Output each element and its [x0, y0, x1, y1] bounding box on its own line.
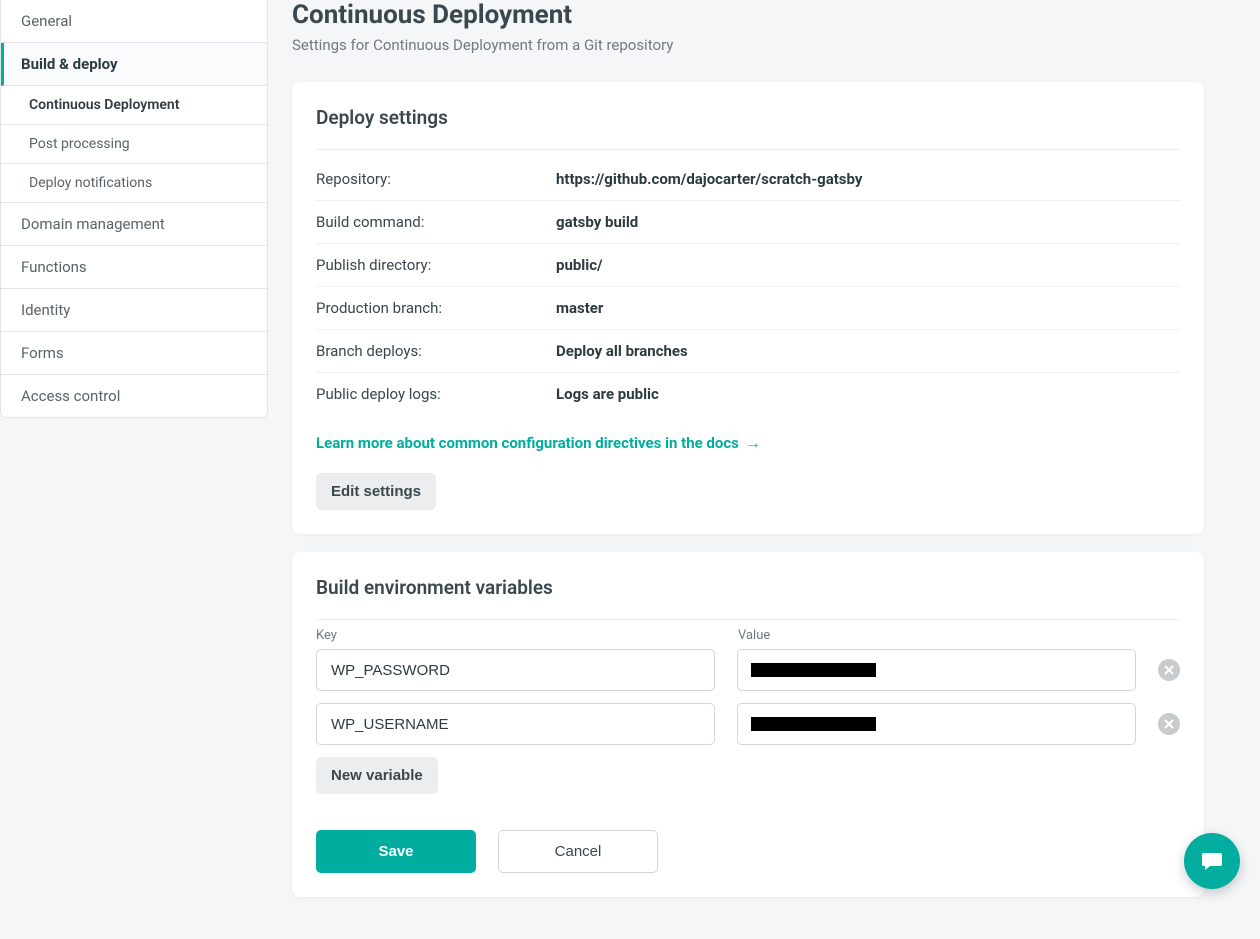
- sidebar-subitem-post-processing[interactable]: Post processing: [1, 125, 267, 164]
- setting-row-production-branch: Production branch: master: [316, 286, 1180, 329]
- edit-settings-button[interactable]: Edit settings: [316, 473, 436, 510]
- sidebar-subitem-deploy-notifications[interactable]: Deploy notifications: [1, 164, 267, 203]
- setting-value: Deploy all branches: [556, 342, 688, 360]
- sidebar-subitem-continuous-deployment[interactable]: Continuous Deployment: [1, 86, 267, 125]
- setting-value: master: [556, 299, 603, 317]
- setting-value: https://github.com/dajocarter/scratch-ga…: [556, 170, 862, 188]
- env-key-header: Key: [316, 628, 716, 643]
- save-button[interactable]: Save: [316, 830, 476, 873]
- learn-more-text: Learn more about common configuration di…: [316, 434, 739, 452]
- deploy-settings-card: Deploy settings Repository: https://gith…: [292, 82, 1204, 534]
- page-subtitle: Settings for Continuous Deployment from …: [292, 36, 1204, 54]
- setting-label: Repository:: [316, 170, 556, 188]
- setting-label: Publish directory:: [316, 256, 556, 274]
- env-var-row: [316, 703, 1180, 745]
- env-value-header: Value: [738, 628, 1138, 643]
- main-content: Continuous Deployment Settings for Conti…: [268, 0, 1228, 939]
- sidebar-item-general[interactable]: General: [1, 0, 267, 43]
- setting-row-deploy-logs: Public deploy logs: Logs are public: [316, 372, 1180, 415]
- setting-row-branch-deploys: Branch deploys: Deploy all branches: [316, 329, 1180, 372]
- sidebar-item-access-control[interactable]: Access control: [1, 375, 267, 417]
- sidebar-item-build-deploy[interactable]: Build & deploy: [1, 43, 267, 86]
- env-vars-card: Build environment variables Key Value: [292, 552, 1204, 897]
- setting-label: Public deploy logs:: [316, 385, 556, 403]
- env-vars-title: Build environment variables: [316, 576, 1180, 620]
- env-var-row: [316, 649, 1180, 691]
- close-icon: [1164, 719, 1174, 729]
- env-key-input[interactable]: [316, 703, 715, 745]
- setting-label: Branch deploys:: [316, 342, 556, 360]
- remove-var-button[interactable]: [1158, 713, 1180, 735]
- close-icon: [1164, 665, 1174, 675]
- page-title: Continuous Deployment: [292, 0, 1204, 30]
- env-key-input[interactable]: [316, 649, 715, 691]
- sidebar-item-forms[interactable]: Forms: [1, 332, 267, 375]
- deploy-settings-title: Deploy settings: [316, 106, 1180, 150]
- setting-row-build-command: Build command: gatsby build: [316, 200, 1180, 243]
- setting-label: Build command:: [316, 213, 556, 231]
- cancel-button[interactable]: Cancel: [498, 830, 658, 873]
- setting-value: Logs are public: [556, 385, 659, 403]
- sidebar-item-identity[interactable]: Identity: [1, 289, 267, 332]
- settings-sidebar: General Build & deploy Continuous Deploy…: [0, 0, 268, 939]
- setting-label: Production branch:: [316, 299, 556, 317]
- redacted-value: [751, 663, 876, 677]
- setting-row-repository: Repository: https://github.com/dajocarte…: [316, 158, 1180, 200]
- chat-icon: [1198, 847, 1226, 875]
- sidebar-item-functions[interactable]: Functions: [1, 246, 267, 289]
- setting-value: public/: [556, 256, 603, 274]
- remove-var-button[interactable]: [1158, 659, 1180, 681]
- sidebar-item-domain-management[interactable]: Domain management: [1, 203, 267, 246]
- new-variable-button[interactable]: New variable: [316, 757, 438, 794]
- learn-more-link[interactable]: Learn more about common configuration di…: [316, 433, 761, 453]
- chat-widget-button[interactable]: [1184, 833, 1240, 889]
- redacted-value: [751, 717, 876, 731]
- arrow-right-icon: →: [745, 433, 761, 453]
- setting-value: gatsby build: [556, 213, 638, 231]
- setting-row-publish-directory: Publish directory: public/: [316, 243, 1180, 286]
